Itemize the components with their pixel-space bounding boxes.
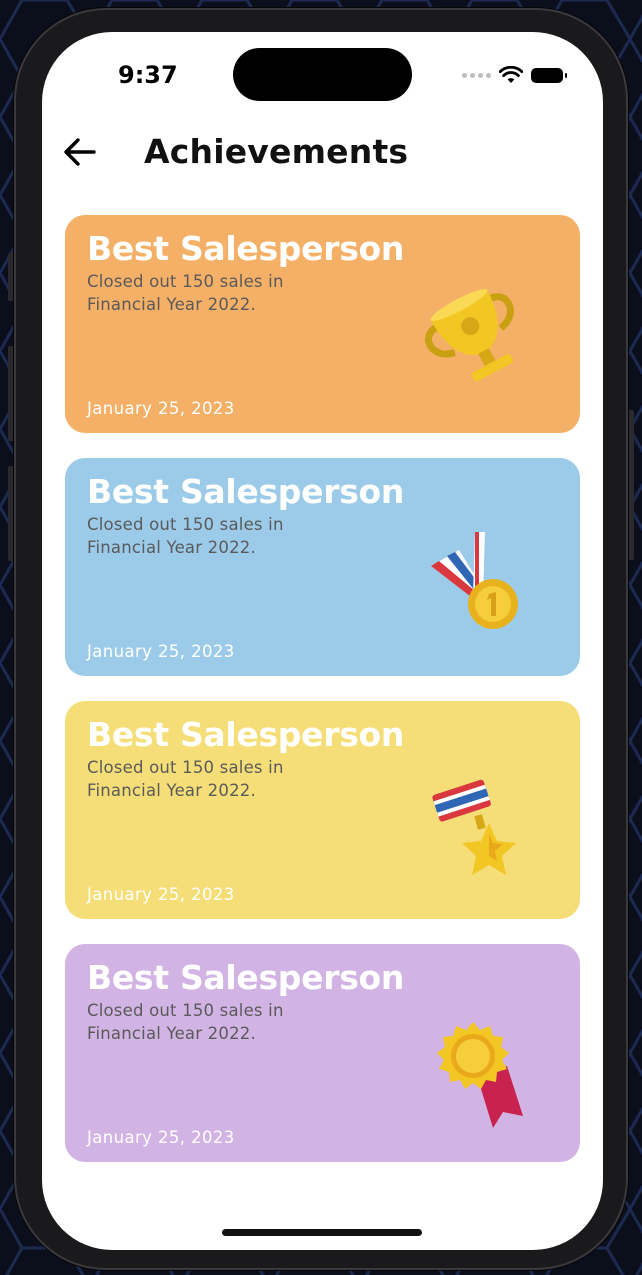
achievement-date: January 25, 2023 xyxy=(87,1128,235,1147)
signal-icon xyxy=(462,72,491,78)
status-icons xyxy=(462,66,567,84)
dynamic-island xyxy=(233,48,412,101)
achievement-date: January 25, 2023 xyxy=(87,642,235,661)
app-screen: 9:37 Achievements Best Salesperson Close… xyxy=(42,32,603,1250)
rosette-award-icon xyxy=(437,1022,523,1128)
star-medal-icon xyxy=(432,779,516,875)
back-button[interactable] xyxy=(62,134,98,170)
achievement-date: January 25, 2023 xyxy=(87,399,235,418)
power-button xyxy=(628,410,634,560)
achievement-date: January 25, 2023 xyxy=(87,885,235,904)
achievement-description: Closed out 150 sales in Financial Year 2… xyxy=(87,758,284,800)
achievement-description: Closed out 150 sales in Financial Year 2… xyxy=(87,1001,284,1043)
achievement-title: Best Salesperson xyxy=(87,715,405,754)
achievement-title: Best Salesperson xyxy=(87,958,405,997)
home-indicator xyxy=(222,1229,422,1236)
status-time: 9:37 xyxy=(118,61,178,89)
gold-medal-icon xyxy=(431,532,518,629)
achievement-description: Closed out 150 sales in Financial Year 2… xyxy=(87,272,284,314)
achievement-description: Closed out 150 sales in Financial Year 2… xyxy=(87,515,284,557)
achievement-card[interactable]: Best Salesperson Closed out 150 sales in… xyxy=(65,944,580,1162)
achievement-title: Best Salesperson xyxy=(87,472,405,511)
achievement-card[interactable]: Best Salesperson Closed out 150 sales in… xyxy=(65,701,580,919)
page-title: Achievements xyxy=(144,132,409,171)
battery-icon xyxy=(531,67,567,83)
achievement-title: Best Salesperson xyxy=(87,229,405,268)
arrow-left-icon xyxy=(64,138,96,166)
achievement-card[interactable]: Best Salesperson Closed out 150 sales in… xyxy=(65,215,580,433)
wifi-icon xyxy=(499,66,523,83)
trophy-icon xyxy=(425,289,514,382)
achievement-card[interactable]: Best Salesperson Closed out 150 sales in… xyxy=(65,458,580,676)
